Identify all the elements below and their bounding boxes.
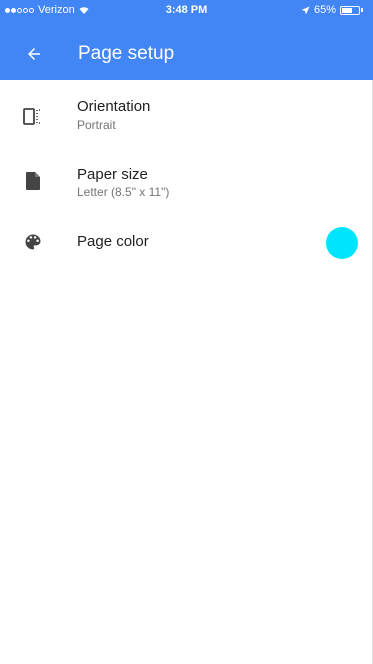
paper-size-value: Letter (8.5" x 11") [77, 185, 170, 199]
orientation-setting[interactable]: Orientation Portrait [0, 88, 373, 150]
paper-size-title: Paper size [77, 166, 148, 183]
back-button[interactable] [20, 40, 48, 68]
orientation-title: Orientation [77, 98, 151, 115]
page-color-setting[interactable]: Page color [0, 213, 373, 275]
page-color-swatch[interactable] [326, 227, 358, 259]
battery-icon [340, 5, 360, 15]
battery-percent: 65% [313, 4, 336, 16]
orientation-icon [20, 104, 46, 130]
status-bar: Verizon 3:48 PM 65% [0, 0, 373, 22]
page-color-title: Page color [77, 233, 149, 250]
battery-tip [361, 8, 363, 12]
page-setup-screen: Verizon 3:48 PM 65% Page setup Orientati… [0, 0, 373, 664]
battery-level [342, 7, 353, 13]
document-icon [20, 168, 46, 194]
palette-icon [20, 229, 46, 255]
location-arrow-icon [301, 5, 310, 15]
paper-size-setting[interactable]: Paper size Letter (8.5" x 11") [0, 158, 373, 220]
arrow-back-icon [28, 48, 40, 60]
app-bar: Verizon 3:48 PM 65% Page setup [0, 0, 373, 80]
orientation-value: Portrait [77, 118, 116, 132]
status-right: 65% [301, 4, 363, 16]
page-title: Page setup [78, 43, 175, 64]
